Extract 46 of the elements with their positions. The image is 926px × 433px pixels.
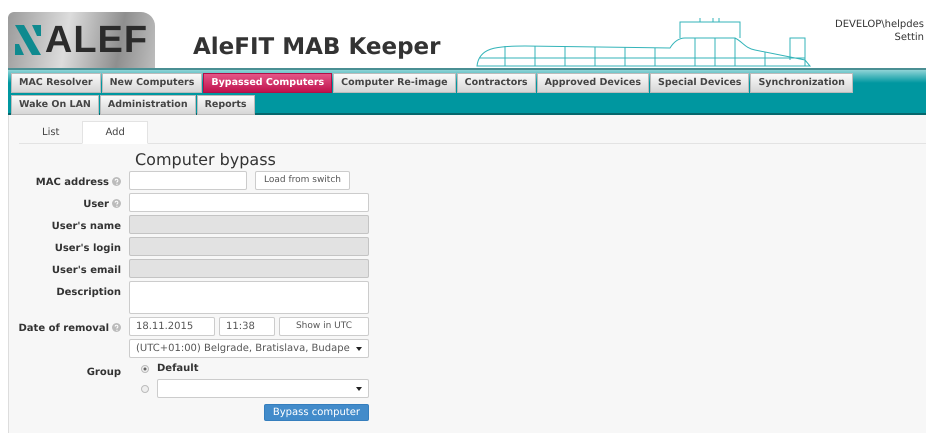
nav-tab[interactable]: New Computers xyxy=(102,73,202,93)
nav-tab[interactable]: Special Devices xyxy=(650,73,750,93)
form-heading: Computer bypass xyxy=(135,150,277,170)
nav-tab[interactable]: Approved Devices xyxy=(536,73,649,93)
field-label: Group xyxy=(86,367,121,378)
input-field[interactable] xyxy=(129,171,247,190)
input-field[interactable] xyxy=(129,193,369,212)
text-area[interactable] xyxy=(129,281,369,314)
nav-tab[interactable]: Contractors xyxy=(456,73,536,93)
help-icon[interactable] xyxy=(112,323,121,332)
timezone-select[interactable]: (UTC+01:00) Belgrade, Bratislava, Budape xyxy=(129,339,369,358)
utc-button[interactable]: Show in UTC xyxy=(279,317,369,336)
help-icon[interactable] xyxy=(112,177,121,186)
nav-tab[interactable]: Bypassed Computers xyxy=(203,73,332,93)
group-select[interactable] xyxy=(157,379,369,398)
field-label: Description xyxy=(56,287,121,298)
bypass-button[interactable]: Bypass computer xyxy=(264,404,369,422)
load-button[interactable]: Load from switch xyxy=(255,171,350,190)
user-name: DEVELOP\helpdes xyxy=(835,18,924,31)
logo-text: ALEF xyxy=(44,21,148,59)
nav-tab[interactable]: MAC Resolver xyxy=(11,73,101,93)
nav-tab[interactable]: Synchronization xyxy=(750,73,853,93)
logo-mark-icon xyxy=(14,25,41,55)
field-label: User's login xyxy=(54,243,121,254)
nav-tab[interactable]: Reports xyxy=(196,95,255,115)
timezone-text: (UTC+01:00) Belgrade, Bratislava, Budape xyxy=(136,342,350,356)
field-label: MAC address xyxy=(36,177,109,188)
radio-label: Default xyxy=(157,362,199,376)
date-field[interactable]: 18.11.2015 xyxy=(129,317,215,336)
help-icon[interactable] xyxy=(112,199,121,208)
settings-link[interactable]: Settin xyxy=(894,32,924,43)
field-label: User's email xyxy=(52,265,121,276)
sub-tab[interactable]: Add xyxy=(82,121,148,144)
nav-tab[interactable]: Wake On LAN xyxy=(11,95,99,115)
app-title: AleFIT MAB Keeper xyxy=(193,33,440,62)
dropdown-caret-icon xyxy=(356,386,362,391)
dropdown-caret-icon xyxy=(356,346,362,351)
sub-tab[interactable]: List xyxy=(19,121,82,144)
time-field[interactable]: 11:38 xyxy=(219,317,275,336)
radio-button[interactable] xyxy=(141,364,149,373)
field-label: Date of removal xyxy=(18,323,109,334)
field-label: User's name xyxy=(52,221,121,232)
radio-button[interactable] xyxy=(141,384,149,393)
nav-tab[interactable]: Administration xyxy=(100,95,196,115)
nav-tab[interactable]: Computer Re-image xyxy=(333,73,456,93)
field-label: User xyxy=(83,199,109,210)
